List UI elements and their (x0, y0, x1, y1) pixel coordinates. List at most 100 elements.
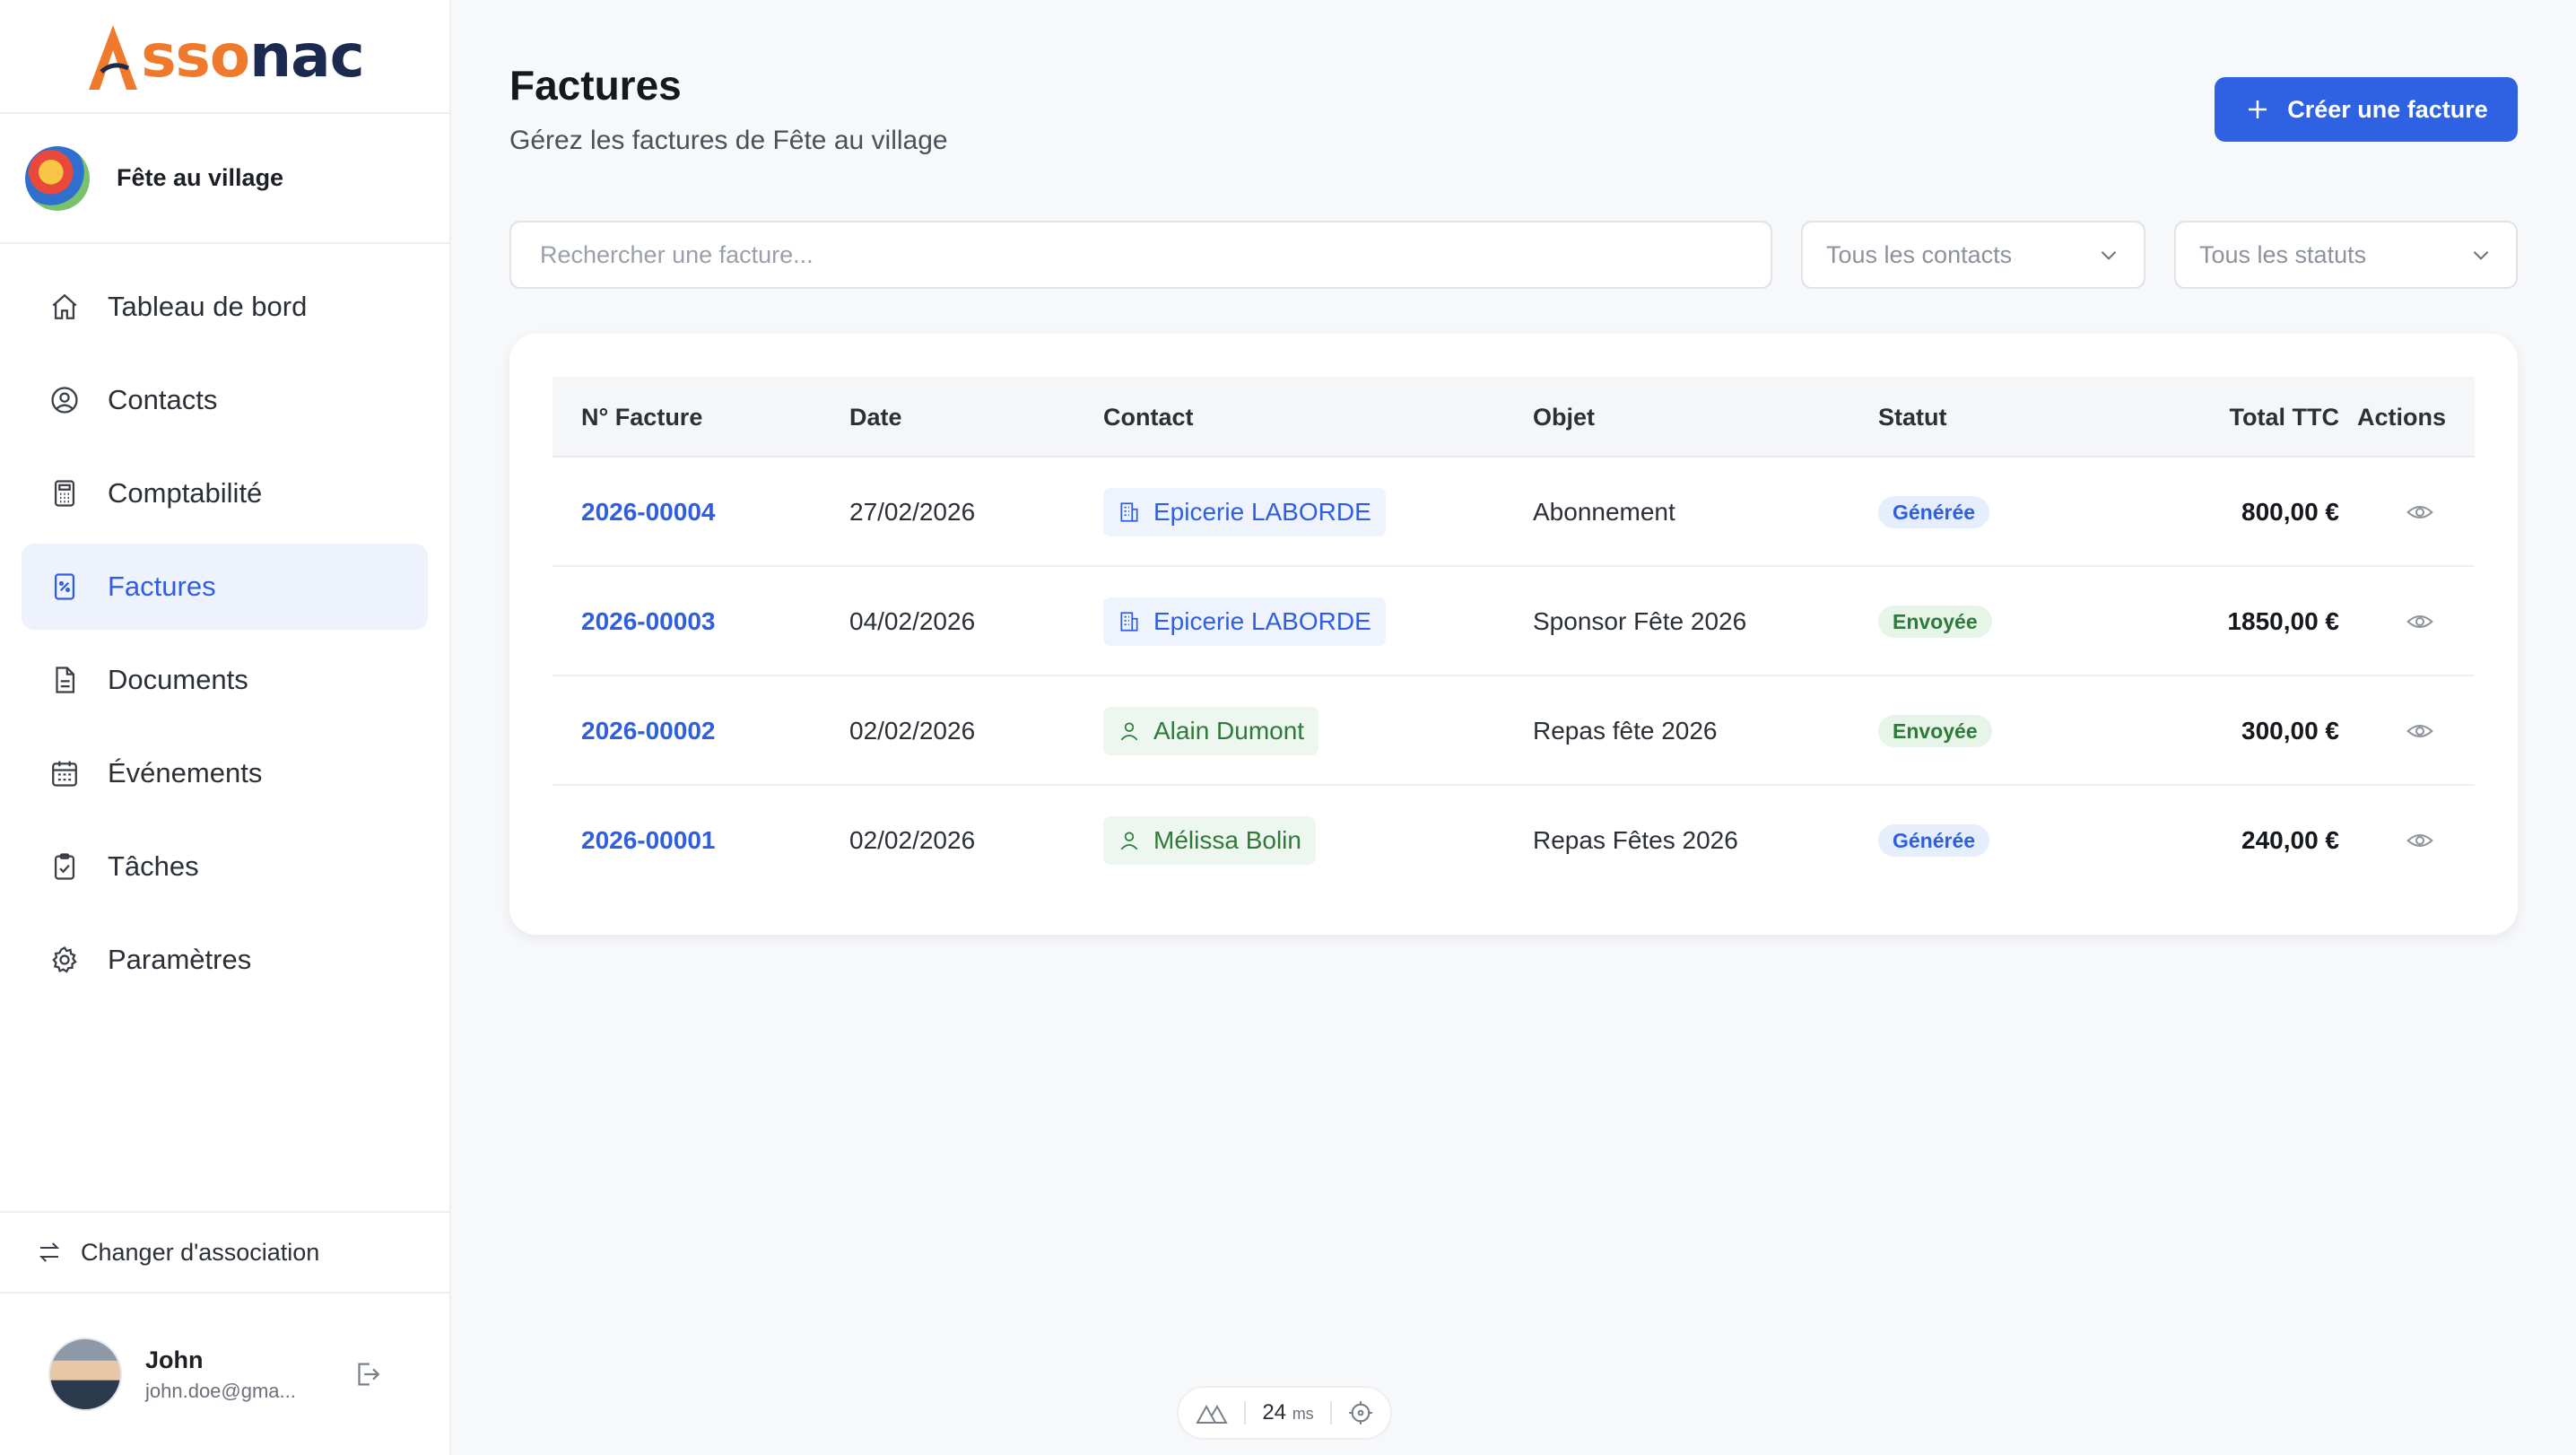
clipboard-check-icon (48, 850, 81, 883)
chevron-down-icon (2101, 251, 2117, 260)
calendar-icon (48, 757, 81, 789)
invoice-number-link[interactable]: 2026-00004 (581, 457, 715, 567)
logout-icon[interactable] (352, 1359, 382, 1390)
contact-chip[interactable]: Mélissa Bolin (1103, 816, 1316, 865)
home-icon (48, 291, 81, 323)
contact-cell: Mélissa Bolin (1103, 786, 1316, 895)
switch-association-button[interactable]: Changer d'association (0, 1211, 449, 1294)
contact-cell: Epicerie LABORDE (1103, 457, 1386, 567)
contact-chip[interactable]: Epicerie LABORDE (1103, 597, 1386, 646)
user-profile: John john.doe@gma... (0, 1294, 449, 1455)
table-header: N° Facture Date Contact Objet Statut Tot… (553, 377, 2475, 457)
page-subtitle: Gérez les factures de Fête au village (509, 126, 948, 155)
gear-icon (48, 944, 81, 976)
document-icon (48, 664, 81, 696)
status-cell: Générée (1878, 457, 1990, 567)
invoice-number-link[interactable]: 2026-00002 (581, 676, 715, 786)
search-placeholder: Rechercher une facture... (540, 240, 814, 268)
table-row[interactable]: 2026-00003 04/02/2026 Epicerie LABORDE S… (553, 567, 2475, 676)
sidebar: ssonac Fête au village Tableau de bord C… (0, 0, 451, 1455)
column-header-actions: Actions (2356, 403, 2446, 431)
invoice-number-link[interactable]: 2026-00001 (581, 786, 715, 895)
switch-association-label: Changer d'association (81, 1238, 320, 1266)
create-invoice-button[interactable]: Créer une facture (2215, 77, 2518, 142)
column-header-date[interactable]: Date (849, 377, 902, 457)
create-invoice-label: Créer une facture (2287, 95, 2488, 123)
invoices-table-card: N° Facture Date Contact Objet Statut Tot… (509, 334, 2518, 935)
sidebar-item-label: Documents (108, 664, 248, 695)
contacts-filter-select[interactable]: Tous les contacts (1801, 221, 2145, 289)
contact-chip[interactable]: Epicerie LABORDE (1103, 488, 1386, 536)
status-badge: Générée (1878, 824, 1990, 857)
sidebar-item-tasks[interactable]: Tâches (22, 823, 428, 910)
invoice-object: Repas Fêtes 2026 (1533, 826, 1738, 854)
status-badge: Générée (1878, 496, 1990, 528)
sidebar-item-events[interactable]: Événements (22, 730, 428, 816)
contact-chip[interactable]: Alain Dumont (1103, 707, 1319, 755)
sidebar-item-contacts[interactable]: Contacts (22, 357, 428, 443)
dev-toolbar[interactable]: 24 ms (1177, 1386, 1392, 1440)
sidebar-item-label: Événements (108, 757, 263, 788)
sidebar-item-invoices[interactable]: Factures (22, 544, 428, 630)
view-invoice-button[interactable] (2364, 567, 2475, 676)
sidebar-item-accounting[interactable]: Comptabilité (22, 450, 428, 536)
contact-name: Alain Dumont (1153, 717, 1305, 745)
status-cell: Envoyée (1878, 676, 1992, 786)
contact-name: Epicerie LABORDE (1153, 607, 1371, 635)
column-header-contact[interactable]: Contact (1103, 377, 1194, 457)
invoice-date: 02/02/2026 (849, 826, 976, 854)
table-row[interactable]: 2026-00002 02/02/2026 Alain Dumont Repas… (553, 676, 2475, 786)
sidebar-item-label: Comptabilité (108, 477, 263, 509)
app-logo[interactable]: ssonac (85, 21, 365, 91)
crosshair-icon[interactable] (1348, 1400, 1373, 1425)
contact-cell: Epicerie LABORDE (1103, 567, 1386, 676)
column-header-status[interactable]: Statut (1878, 377, 1947, 457)
sidebar-nav: Tableau de bord Contacts Comptabilité Fa… (0, 244, 449, 1003)
search-input[interactable]: Rechercher une facture... (509, 221, 1772, 289)
user-icon (1120, 722, 1138, 741)
sidebar-item-settings[interactable]: Paramètres (22, 917, 428, 1003)
invoice-object: Sponsor Fête 2026 (1533, 607, 1747, 635)
contact-name: Mélissa Bolin (1153, 826, 1301, 854)
avatar[interactable] (48, 1337, 122, 1411)
view-invoice-button[interactable] (2364, 786, 2475, 895)
view-invoice-button[interactable] (2364, 676, 2475, 786)
sidebar-item-documents[interactable]: Documents (22, 637, 428, 723)
invoice-object: Abonnement (1533, 498, 1675, 526)
devbar-separator (1244, 1401, 1247, 1425)
sidebar-item-dashboard[interactable]: Tableau de bord (22, 264, 428, 350)
status-filter-select[interactable]: Tous les statuts (2174, 221, 2518, 289)
invoice-total: 300,00 € (2241, 717, 2339, 745)
page-title: Factures (509, 62, 682, 109)
eye-icon (2406, 506, 2433, 518)
logo-text: ssonac (141, 21, 365, 91)
chevron-down-icon (2473, 251, 2489, 260)
sidebar-item-label: Tâches (108, 850, 199, 882)
eye-icon (2406, 725, 2433, 737)
invoice-object: Repas fête 2026 (1533, 717, 1718, 745)
view-invoice-button[interactable] (2364, 457, 2475, 567)
status-badge: Envoyée (1878, 715, 1992, 747)
column-header-total[interactable]: Total TTC (2160, 377, 2339, 457)
plus-icon (2249, 100, 2267, 118)
logo-a-icon (89, 24, 138, 90)
column-header-object[interactable]: Objet (1533, 377, 1595, 457)
status-cell: Envoyée (1878, 567, 1992, 676)
table-row[interactable]: 2026-00001 02/02/2026 Mélissa Bolin Repa… (553, 786, 2475, 895)
column-header-number[interactable]: N° Facture (581, 377, 702, 457)
contacts-filter-value: Tous les contacts (1826, 240, 2013, 268)
building-icon (1120, 502, 1138, 522)
status-badge: Envoyée (1878, 606, 1992, 638)
eye-icon (2406, 615, 2433, 628)
logo-area: ssonac (0, 0, 449, 114)
calculator-icon (48, 477, 81, 510)
invoice-total: 240,00 € (2241, 826, 2339, 854)
association-switcher[interactable]: Fête au village (0, 114, 449, 244)
invoice-date: 02/02/2026 (849, 717, 976, 745)
render-time: 24 ms (1262, 1400, 1314, 1425)
user-icon (1120, 832, 1138, 850)
association-name: Fête au village (117, 164, 284, 191)
devbar-separator (1329, 1401, 1332, 1425)
invoice-number-link[interactable]: 2026-00003 (581, 567, 715, 676)
table-row[interactable]: 2026-00004 27/02/2026 Epicerie LABORDE A… (553, 457, 2475, 567)
